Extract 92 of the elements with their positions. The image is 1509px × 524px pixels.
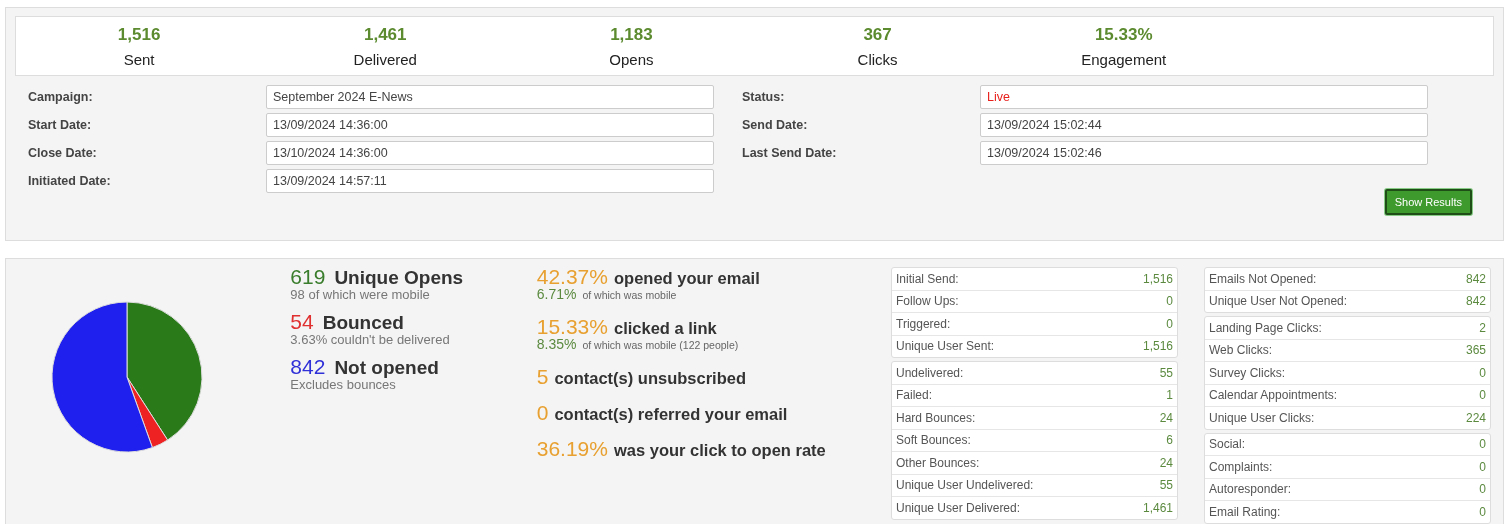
total-label: Opens	[609, 50, 654, 68]
stat-value: 0	[1479, 459, 1486, 474]
total-value: 1,461	[363, 24, 407, 45]
stat-label: Follow Ups:	[896, 294, 959, 309]
total-value: 1,516	[117, 24, 161, 45]
input-field[interactable]: 13/09/2024 14:36:00	[266, 113, 714, 137]
stat-value: 842	[1465, 271, 1486, 286]
summary-note: Excludes bounces	[290, 378, 396, 391]
rate-label: clicked a link	[613, 318, 717, 338]
input-field[interactable]: 13/09/2024 15:02:46	[980, 141, 1428, 165]
rate-value: 15.33%	[536, 317, 608, 337]
rate-sub-note: of which was mobile	[582, 289, 677, 302]
rate-sub-value: 6.71%	[536, 288, 577, 301]
input-field[interactable]: Live	[980, 85, 1428, 109]
stat-label: Social:	[1209, 437, 1246, 452]
rate-label: opened your email	[613, 268, 760, 288]
field-label: Close Date:	[27, 146, 98, 160]
stat-label: Survey Clicks:	[1209, 365, 1285, 380]
stat-value: 1,516	[1142, 339, 1173, 354]
rate-label: contact(s) unsubscribed	[554, 368, 747, 388]
stat-label: Unique User Not Opened:	[1209, 294, 1348, 309]
field-label: Start Date:	[27, 118, 93, 132]
rate-sub-value: 8.35%	[536, 338, 577, 351]
stat-value: 1	[1166, 388, 1173, 403]
stat-label: Autoresponder:	[1209, 482, 1292, 497]
stat-value: 224	[1465, 410, 1486, 425]
field-label: Status:	[741, 90, 786, 104]
summary-value: 619	[290, 267, 326, 287]
summary-value: 54	[290, 312, 314, 332]
input-field[interactable]: September 2024 E-News	[266, 85, 714, 109]
stat-value: 6	[1166, 433, 1173, 448]
stat-label: Unique User Delivered:	[896, 500, 1021, 515]
input-field[interactable]: 13/09/2024 15:02:44	[980, 113, 1428, 137]
total-label: Engagement	[1081, 50, 1167, 68]
total-label: Delivered	[353, 50, 417, 68]
stat-label: Soft Bounces:	[896, 433, 971, 448]
total-value: 1,183	[610, 24, 653, 45]
field-label: Send Date:	[741, 118, 809, 132]
total-value: 15.33%	[1094, 24, 1153, 45]
stat-label: Email Rating:	[1209, 504, 1281, 519]
stat-value: 0	[1166, 294, 1173, 309]
stat-value: 0	[1479, 388, 1486, 403]
input-field[interactable]: 13/09/2024 14:57:11	[266, 169, 714, 193]
show-results-button[interactable]: Show Results	[1384, 189, 1472, 215]
stat-label: Failed:	[896, 388, 933, 403]
summary-label: Bounced	[322, 313, 404, 333]
total-value: 367	[863, 24, 892, 45]
summary-value: 842	[290, 357, 326, 377]
stat-label: Hard Bounces:	[896, 410, 976, 425]
stat-label: Web Clicks:	[1209, 343, 1273, 358]
stat-value: 1,461	[1142, 500, 1173, 515]
stat-value: 0	[1479, 504, 1486, 519]
summary-note: 3.63% couldn't be delivered	[290, 333, 451, 346]
rate-sub-note: of which was mobile (122 people)	[582, 339, 739, 352]
stat-value: 24	[1159, 410, 1173, 425]
stat-value: 0	[1479, 365, 1486, 380]
stat-value: 0	[1166, 316, 1173, 331]
stat-label: Initial Send:	[896, 271, 959, 286]
stat-label: Unique User Clicks:	[1209, 410, 1315, 425]
summary-label: Not opened	[334, 358, 439, 378]
stat-label: Unique User Undelivered:	[896, 478, 1034, 493]
stat-value: 842	[1465, 294, 1486, 309]
stat-value: 0	[1479, 482, 1486, 497]
stat-label: Calendar Appointments:	[1209, 388, 1338, 403]
total-label: Clicks	[857, 50, 898, 68]
stat-value: 365	[1465, 343, 1486, 358]
stat-label: Undelivered:	[896, 365, 964, 380]
stat-label: Triggered:	[896, 316, 951, 331]
stat-label: Unique User Sent:	[896, 339, 995, 354]
total-label: Sent	[123, 50, 155, 68]
rate-value: 42.37%	[536, 267, 608, 287]
stat-value: 55	[1159, 478, 1173, 493]
stat-label: Other Bounces:	[896, 455, 980, 470]
field-label: Initiated Date:	[27, 174, 112, 188]
rate-value: 0	[536, 403, 549, 423]
rate-value: 5	[536, 367, 549, 387]
field-label: Campaign:	[27, 90, 94, 104]
stat-label: Complaints:	[1209, 459, 1273, 474]
rate-label: contact(s) referred your email	[554, 404, 788, 424]
stat-value: 24	[1159, 455, 1173, 470]
summary-note: 98 of which were mobile	[290, 288, 430, 301]
field-label: Last Send Date:	[741, 146, 838, 160]
input-field[interactable]: 13/10/2024 14:36:00	[266, 141, 714, 165]
rate-label: was your click to open rate	[613, 440, 826, 460]
stat-value: 0	[1479, 437, 1486, 452]
rate-value: 36.19%	[536, 439, 608, 459]
stat-value: 55	[1159, 365, 1173, 380]
summary-label: Unique Opens	[334, 268, 464, 288]
stat-label: Emails Not Opened:	[1209, 271, 1317, 286]
stat-value: 2	[1479, 320, 1486, 335]
stat-value: 1,516	[1142, 271, 1173, 286]
stat-label: Landing Page Clicks:	[1209, 320, 1322, 335]
